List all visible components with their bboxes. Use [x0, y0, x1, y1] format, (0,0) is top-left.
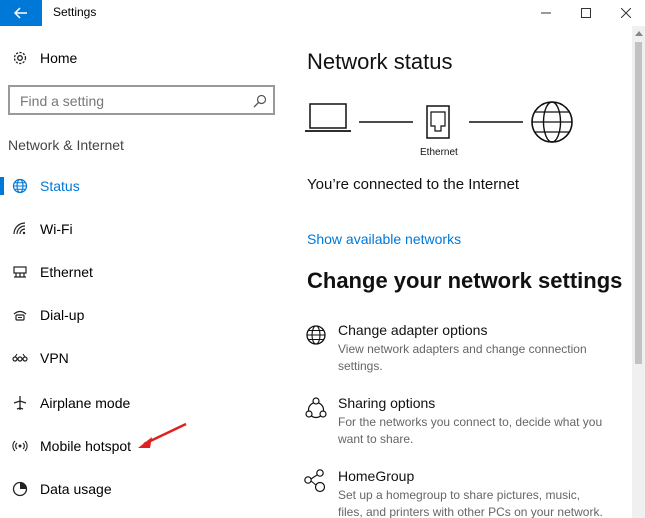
section-label: Network & Internet	[8, 137, 124, 153]
show-available-networks-link[interactable]: Show available networks	[307, 231, 461, 247]
close-icon	[621, 8, 631, 18]
sidebar-item-airplane-mode[interactable]: Airplane mode	[0, 388, 280, 418]
data-usage-icon	[12, 481, 28, 497]
sidebar-item-data-usage[interactable]: Data usage	[0, 474, 280, 504]
home-link[interactable]: Home	[12, 48, 77, 68]
sharing-icon	[305, 397, 327, 419]
network-status-heading: Network status	[307, 49, 453, 74]
minimize-button[interactable]	[524, 0, 568, 26]
window-title: Settings	[53, 5, 97, 19]
option-description: Set up a homegroup to share pictures, mu…	[338, 488, 603, 518]
gear-icon	[13, 51, 27, 65]
sidebar-item-ethernet[interactable]: Ethernet	[0, 257, 280, 287]
sidebar-item-label: Data usage	[40, 481, 112, 497]
scroll-up-arrow-icon[interactable]	[632, 30, 645, 40]
change-network-settings-heading: Change your network settings	[307, 268, 623, 293]
homegroup-icon	[304, 469, 326, 493]
vpn-icon	[12, 350, 28, 366]
sidebar-item-wifi[interactable]: Wi-Fi	[0, 214, 280, 244]
back-button[interactable]	[0, 0, 42, 26]
dialup-icon	[12, 307, 28, 323]
change-adapter-options[interactable]: Change adapter options View network adap…	[303, 322, 603, 373]
option-title: Sharing options	[338, 395, 436, 411]
sidebar-item-label: Wi-Fi	[40, 221, 73, 237]
network-diagram	[305, 101, 573, 143]
maximize-button[interactable]	[564, 0, 608, 26]
sidebar-item-label: Airplane mode	[40, 395, 131, 411]
annotation-arrow	[138, 422, 187, 448]
back-arrow-icon	[14, 7, 27, 19]
sidebar-item-dialup[interactable]: Dial-up	[0, 300, 280, 330]
search-placeholder: Find a setting	[20, 93, 105, 109]
hotspot-icon	[12, 438, 28, 454]
option-description: View network adapters and change connect…	[338, 342, 587, 373]
wifi-icon	[12, 221, 28, 237]
home-label: Home	[40, 50, 78, 66]
globe-icon	[12, 178, 28, 194]
minimize-icon	[541, 12, 551, 14]
sidebar-item-label: Mobile hotspot	[40, 438, 132, 454]
sidebar-item-vpn[interactable]: VPN	[0, 343, 280, 373]
ethernet-port-icon	[426, 105, 450, 139]
laptop-icon	[305, 103, 351, 132]
sidebar-item-label: Status	[40, 178, 80, 194]
scrollbar-thumb[interactable]	[635, 42, 642, 364]
sharing-options[interactable]: Sharing options For the networks you con…	[303, 395, 603, 446]
search-input[interactable]: Find a setting	[8, 85, 275, 115]
ethernet-icon	[12, 264, 28, 280]
sidebar-item-label: Dial-up	[40, 307, 85, 323]
adapter-icon	[306, 325, 326, 345]
sidebar-item-status[interactable]: Status	[0, 171, 280, 201]
homegroup-option[interactable]: HomeGroup Set up a homegroup to share pi…	[303, 468, 603, 518]
connection-status-text: You’re connected to the Internet	[307, 176, 520, 193]
option-title: Change adapter options	[338, 322, 488, 338]
sidebar-item-label: VPN	[40, 350, 69, 366]
maximize-icon	[581, 8, 591, 18]
airplane-icon	[12, 395, 28, 411]
ethernet-diagram-label: Ethernet	[420, 147, 458, 158]
close-button[interactable]	[604, 0, 645, 26]
title-bar: Settings	[0, 0, 645, 26]
option-description: For the networks you connect to, decide …	[338, 415, 603, 446]
option-title: HomeGroup	[338, 468, 415, 484]
internet-globe-icon	[531, 101, 573, 143]
search-icon	[253, 94, 267, 108]
sidebar-item-label: Ethernet	[40, 264, 93, 280]
scrollbar[interactable]	[632, 26, 645, 518]
